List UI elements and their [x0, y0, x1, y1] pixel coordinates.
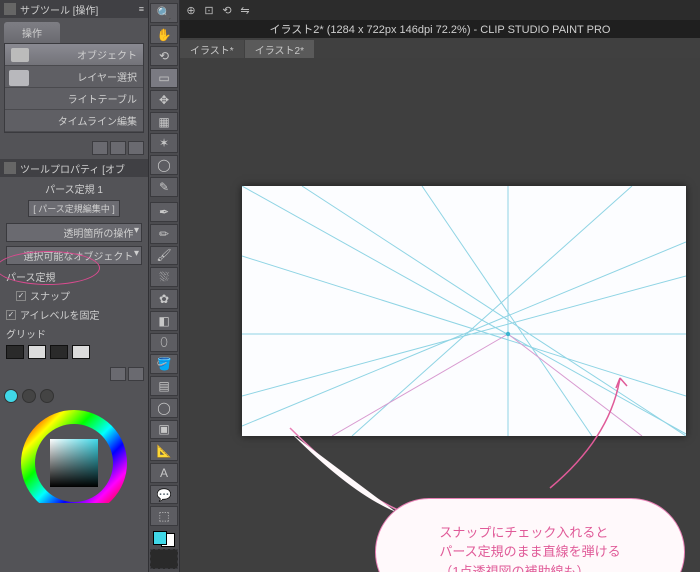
select-label: 透明箇所の操作: [63, 229, 133, 240]
tool-decoration[interactable]: ✿: [150, 289, 178, 309]
tool-airbrush[interactable]: ⛆: [150, 267, 178, 287]
color-square-icon[interactable]: [22, 389, 36, 403]
eye-level-label: アイレベルを固定: [20, 307, 100, 322]
color-panel: [0, 385, 148, 507]
panel-grip-icon: [4, 162, 16, 174]
color-slider-icon[interactable]: [40, 389, 54, 403]
toolprop-panel-title: ツールプロパティ [オブ: [20, 161, 144, 176]
toolprop-panel-header: ツールプロパティ [オブ: [0, 159, 148, 177]
tool-fill[interactable]: 🪣: [150, 354, 178, 374]
tool-operation[interactable]: ▭: [150, 68, 178, 88]
toolprop-status-badge: [ パース定規編集中 ]: [28, 200, 120, 217]
grid-swatch-2[interactable]: [28, 345, 46, 359]
subtool-item-label: ライトテーブル: [68, 91, 137, 106]
tool-wand[interactable]: ✶: [150, 133, 178, 153]
subtool-tab[interactable]: 操作: [4, 22, 60, 43]
document-title: イラスト2* (1284 x 722px 146dpi 72.2%) - CLI…: [270, 21, 611, 37]
subtool-item-label: タイムライン編集: [58, 113, 137, 128]
snap-checkbox[interactable]: [16, 291, 26, 301]
transparent-ops-select[interactable]: 透明箇所の操作: [6, 223, 142, 242]
subtool-delete-button[interactable]: [128, 141, 144, 155]
tool-frame[interactable]: ▣: [150, 420, 178, 440]
tool-pen[interactable]: ✒: [150, 202, 178, 222]
canvas[interactable]: [242, 186, 686, 436]
subtool-item-label: レイヤー選択: [77, 69, 137, 84]
toolprop-wrench-button[interactable]: [128, 367, 144, 381]
tool-correct[interactable]: ⬚: [150, 506, 178, 526]
tool-hand[interactable]: ✋: [150, 25, 178, 45]
nav-fit-icon[interactable]: ⊡: [202, 3, 216, 17]
tool-marquee[interactable]: ▦: [150, 112, 178, 132]
tool-ruler[interactable]: 📐: [150, 441, 178, 461]
tool-lasso[interactable]: ◯: [150, 155, 178, 175]
doc-tab-2[interactable]: イラスト2*: [245, 40, 314, 58]
nav-rotate-icon[interactable]: ⟲: [220, 3, 234, 17]
subtool-add-button[interactable]: [92, 141, 108, 155]
panel-grip-icon: [4, 3, 16, 15]
transparent-chip[interactable]: [150, 549, 178, 569]
perspective-ruler-overlay: [242, 186, 686, 436]
top-icon-strip: ⊕ ⊡ ⟲ ⇋: [180, 0, 700, 20]
subtool-panel-title: サブツール [操作]: [20, 2, 135, 17]
tool-gradient[interactable]: ▤: [150, 376, 178, 396]
grid-swatch-3[interactable]: [50, 345, 68, 359]
toolbar: 🔍 ✋ ⟲ ▭ ✥ ▦ ✶ ◯ ✎ ✒ ✏ 🖌 ⛆ ✿ ◧ ⬯ 🪣 ▤ ◯ ▣ …: [148, 0, 180, 572]
tool-move-layer[interactable]: ✥: [150, 90, 178, 110]
subtool-item-light-table[interactable]: ライトテーブル: [5, 88, 143, 110]
cursor-icon: [9, 70, 29, 86]
color-wheel[interactable]: [14, 407, 134, 503]
document-title-bar: イラスト2* (1284 x 722px 146dpi 72.2%) - CLI…: [180, 20, 700, 38]
tool-blend[interactable]: ⬯: [150, 333, 178, 353]
nav-flip-icon[interactable]: ⇋: [238, 3, 252, 17]
subtool-copy-button[interactable]: [110, 141, 126, 155]
nav-zoom-icon[interactable]: ⊕: [184, 3, 198, 17]
annotation-text: スナップにチェック入れると パース定規のまま直線を弾ける （1点透視図の補助線も…: [439, 523, 620, 572]
perspective-ruler-row: パース定規: [6, 267, 142, 286]
tool-balloon[interactable]: 💬: [150, 485, 178, 505]
tool-pencil[interactable]: ✏: [150, 224, 178, 244]
tool-eyedropper[interactable]: ✎: [150, 177, 178, 197]
tool-brush[interactable]: 🖌: [150, 246, 178, 266]
color-circle-icon[interactable]: [4, 389, 18, 403]
annotation-callout: スナップにチェック入れると パース定規のまま直線を弾ける （1点透視図の補助線も…: [375, 498, 685, 572]
toolprop-opt-button[interactable]: [110, 367, 126, 381]
doc-tab-label: イラスト2*: [255, 42, 304, 57]
snap-label: スナップ: [30, 288, 70, 303]
grid-swatch-1[interactable]: [6, 345, 24, 359]
snap-row[interactable]: スナップ: [6, 286, 142, 305]
select-label: 選択可能なオブジェクト: [23, 252, 133, 263]
toolprop-title: パース定規 1: [6, 181, 142, 196]
eye-level-checkbox[interactable]: [6, 310, 16, 320]
subtool-item-timeline[interactable]: タイムライン編集: [5, 110, 143, 132]
tool-figure[interactable]: ◯: [150, 398, 178, 418]
subtool-item-object[interactable]: オブジェクト: [5, 44, 143, 66]
grid-label-row: グリッド: [6, 324, 142, 343]
selectable-objects-select[interactable]: 選択可能なオブジェクト: [6, 246, 142, 265]
tool-rotate[interactable]: ⟲: [150, 46, 178, 66]
eye-level-row[interactable]: アイレベルを固定: [6, 305, 142, 324]
doc-tab-1[interactable]: イラスト*: [180, 40, 244, 58]
tool-text[interactable]: A: [150, 463, 178, 483]
tool-eraser[interactable]: ◧: [150, 311, 178, 331]
subtool-item-label: オブジェクト: [77, 47, 137, 62]
subtool-panel-header: サブツール [操作] ≡: [0, 0, 148, 18]
document-tabs: イラスト* イラスト2*: [180, 38, 700, 58]
grid-swatch-4[interactable]: [72, 345, 90, 359]
color-chip[interactable]: [153, 531, 175, 547]
panel-menu-icon[interactable]: ≡: [139, 4, 144, 14]
doc-tab-label: イラスト*: [190, 42, 234, 57]
tool-zoom[interactable]: 🔍: [150, 3, 178, 23]
